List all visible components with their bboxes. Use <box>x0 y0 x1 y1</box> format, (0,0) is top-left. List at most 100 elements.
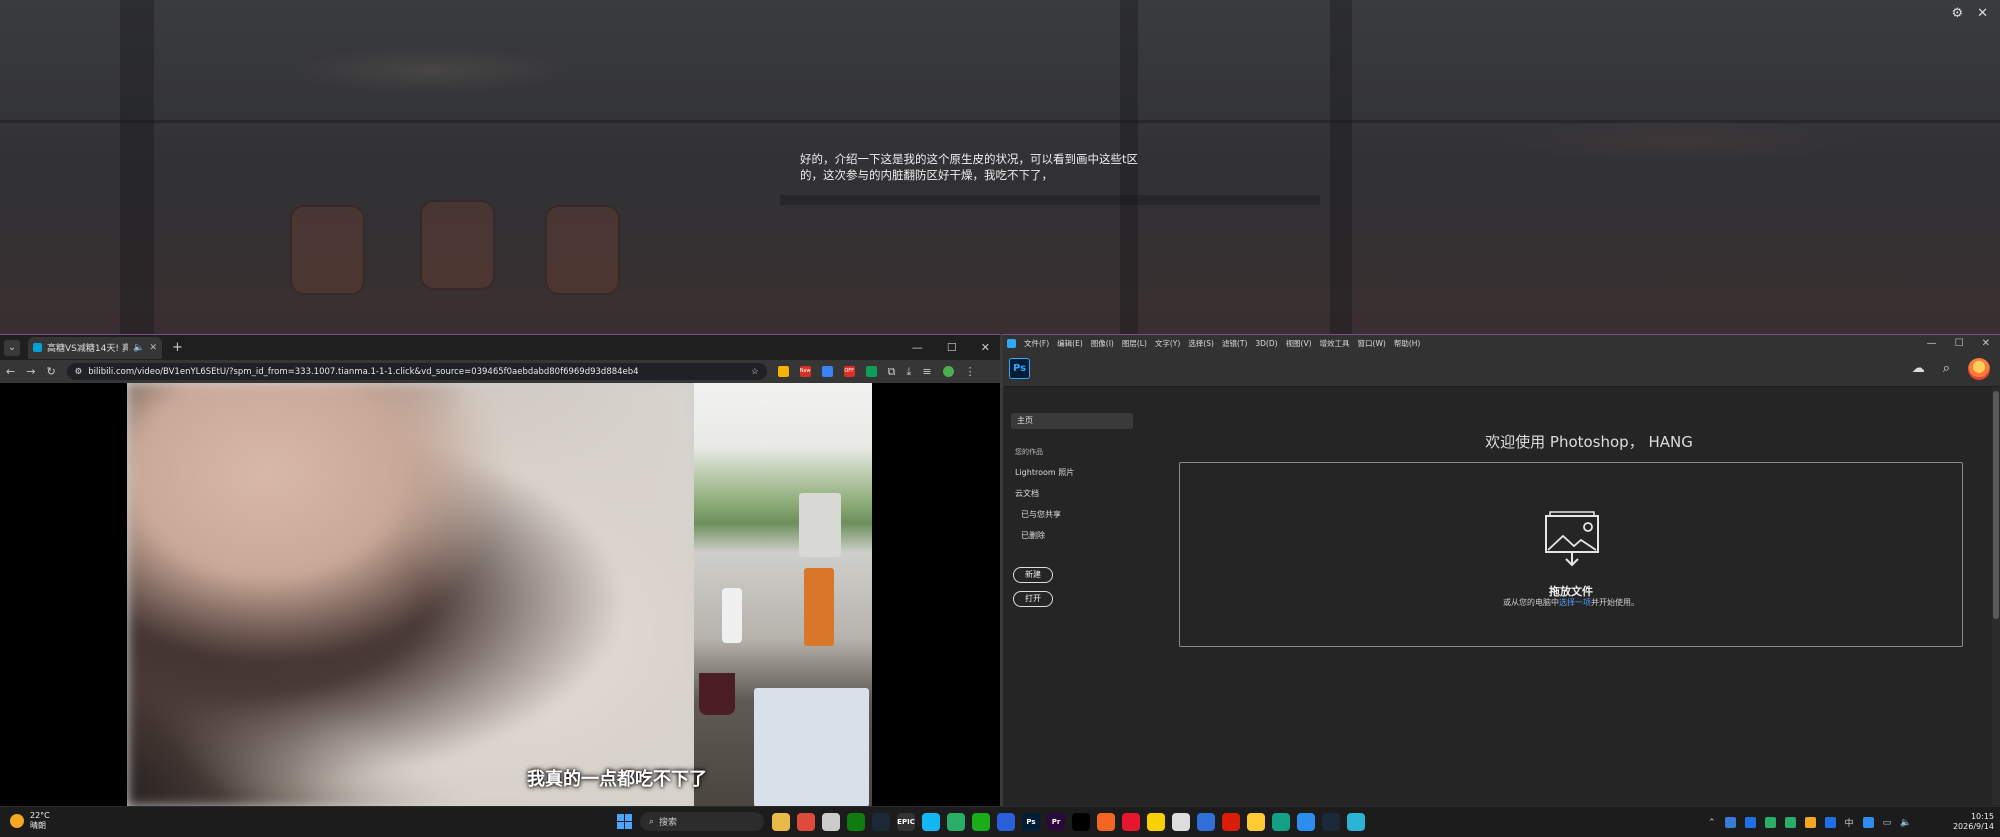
new-button[interactable]: 新建 <box>1013 567 1053 583</box>
menu-kebab-icon[interactable]: ⋮ <box>965 365 976 378</box>
menu-view[interactable]: 视图(V) <box>1286 338 1312 349</box>
cloud-icon[interactable]: ☁ <box>1912 361 1925 376</box>
epic-icon[interactable]: EPIC <box>897 812 915 831</box>
menu-image[interactable]: 图像(I) <box>1091 338 1114 349</box>
drop-zone[interactable]: 拖放文件 或从您的电脑中选择一项并开始使用。 <box>1179 462 1963 647</box>
close-button[interactable]: ✕ <box>981 341 990 354</box>
profile-icon[interactable] <box>942 366 954 377</box>
tray-app-icon[interactable] <box>1764 817 1776 828</box>
shield-icon[interactable] <box>1744 817 1756 828</box>
app-blue2-icon[interactable] <box>1197 812 1215 831</box>
app-qq-icon[interactable] <box>922 812 940 831</box>
extension-off-icon[interactable]: OFF <box>843 366 855 377</box>
weather-widget[interactable]: 22°C 晴朗 <box>10 811 50 831</box>
select-file-link[interactable]: 选择一项 <box>1559 598 1591 607</box>
maximize-button[interactable]: ☐ <box>947 341 957 354</box>
app-white-icon[interactable] <box>1172 812 1190 831</box>
chevron-up-icon[interactable]: ⌃ <box>1708 818 1716 828</box>
tray-app-icon[interactable] <box>1862 817 1874 828</box>
close-button[interactable]: ✕ <box>1982 338 1990 349</box>
reading-icon[interactable]: ≡ <box>922 365 931 378</box>
tray-app-icon[interactable] <box>1724 817 1736 828</box>
extensions-puzzle-icon[interactable]: ⧉ <box>888 365 896 379</box>
network-icon[interactable]: ▭ <box>1883 818 1892 828</box>
menu-filter[interactable]: 滤镜(T) <box>1222 338 1247 349</box>
open-button[interactable]: 打开 <box>1013 591 1053 607</box>
site-info-icon[interactable]: ⚙ <box>75 367 83 377</box>
input-language[interactable]: 中 <box>1845 816 1854 829</box>
photoshop-icon[interactable]: Ps <box>1022 812 1040 831</box>
reload-icon[interactable]: ↻ <box>46 365 55 378</box>
video-frame[interactable]: 我真的一点都吃不下了 <box>127 383 872 807</box>
bilibili-icon <box>33 343 42 352</box>
back-icon[interactable]: ← <box>6 365 15 378</box>
app-blue-icon[interactable] <box>997 812 1015 831</box>
address-bar[interactable]: ⚙ bilibili.com/video/BV1enYL6SEtU/?spm_i… <box>66 363 767 380</box>
extension-icon[interactable] <box>865 366 877 377</box>
app-red-icon[interactable] <box>1222 812 1240 831</box>
xbox-icon[interactable] <box>847 812 865 831</box>
forward-icon[interactable]: → <box>26 365 35 378</box>
file-explorer-icon[interactable] <box>772 812 790 831</box>
app-teal-icon[interactable] <box>1272 812 1290 831</box>
app-yellow2-icon[interactable] <box>1247 812 1265 831</box>
menu-plugins[interactable]: 增效工具 <box>1320 338 1350 349</box>
menu-edit[interactable]: 编辑(E) <box>1057 338 1083 349</box>
menu-3d[interactable]: 3D(D) <box>1255 339 1277 348</box>
windows-start-icon[interactable] <box>617 814 632 829</box>
menu-help[interactable]: 帮助(H) <box>1394 338 1421 349</box>
extension-icon[interactable] <box>777 366 789 377</box>
premiere-icon[interactable]: Pr <box>1047 812 1065 831</box>
weibo-icon[interactable] <box>1122 812 1140 831</box>
ps-logo[interactable]: Ps <box>1009 358 1030 379</box>
sidebar-item-deleted[interactable]: 已删除 <box>1021 530 1045 541</box>
volume-icon[interactable]: 🔈 <box>1900 818 1911 828</box>
ps-scrollbar[interactable] <box>1992 387 2000 805</box>
sidebar-item-home[interactable]: 主页 <box>1011 413 1133 429</box>
app-cyan-icon[interactable] <box>1347 812 1365 831</box>
steam2-icon[interactable] <box>1322 812 1340 831</box>
sidebar-item-lightroom[interactable]: Lightroom 照片 <box>1015 467 1074 478</box>
app-orange-icon[interactable] <box>1097 812 1115 831</box>
menu-type[interactable]: 文字(Y) <box>1155 338 1180 349</box>
taskbar-search[interactable]: ⌕ 搜索 <box>640 812 764 831</box>
tab-close-icon[interactable]: ✕ <box>149 343 157 353</box>
app-blue3-icon[interactable] <box>1297 812 1315 831</box>
clock[interactable]: 10:15 2026/9/14 <box>1953 812 1994 832</box>
wallpaper-wire <box>0 120 2000 123</box>
menu-file[interactable]: 文件(F) <box>1024 338 1049 349</box>
wechat-icon[interactable] <box>947 812 965 831</box>
download-icon[interactable]: ⤓ <box>907 365 912 379</box>
bluetooth-icon[interactable] <box>1824 817 1836 828</box>
video-player[interactable]: 我真的一点都吃不下了 <box>0 383 1000 807</box>
tab-search-icon[interactable]: ⌄ <box>4 339 20 356</box>
minimize-button[interactable]: — <box>1927 338 1937 349</box>
steam-icon[interactable] <box>872 812 890 831</box>
menu-select[interactable]: 选择(S) <box>1188 338 1214 349</box>
gear-icon[interactable]: ⚙ <box>1951 6 1963 21</box>
wechat-tray-icon[interactable] <box>1784 817 1796 828</box>
tray-app-icon[interactable] <box>1804 817 1816 828</box>
speaker-icon[interactable]: 🔈 <box>133 343 144 353</box>
new-tab-button[interactable]: + <box>172 340 183 355</box>
scrollbar-thumb[interactable] <box>1993 391 1999 619</box>
sidebar-item-shared[interactable]: 已与您共享 <box>1021 509 1061 520</box>
avatar[interactable] <box>1968 357 1990 380</box>
maximize-button[interactable]: ☐ <box>1955 338 1964 349</box>
close-icon[interactable]: ✕ <box>1977 6 1988 21</box>
chrome-icon[interactable] <box>797 812 815 831</box>
extension-icon[interactable] <box>821 366 833 377</box>
menu-window[interactable]: 窗口(W) <box>1358 338 1386 349</box>
menu-layer[interactable]: 图层(L) <box>1122 338 1147 349</box>
search-icon[interactable]: ⌕ <box>1943 361 1950 376</box>
bookmark-star-icon[interactable]: ☆ <box>751 367 759 377</box>
extension-new-icon[interactable]: New <box>799 366 811 377</box>
tab-bilibili-video[interactable]: 高糖VS减糖14天! 真的差 🔈 ✕ <box>28 336 162 359</box>
capcut-icon[interactable] <box>1072 812 1090 831</box>
app-yellow-icon[interactable] <box>1147 812 1165 831</box>
app-green-icon[interactable] <box>972 812 990 831</box>
minimize-button[interactable]: — <box>912 341 923 354</box>
sidebar-item-cloud-docs[interactable]: 云文档 <box>1015 488 1039 499</box>
app-circle-icon[interactable] <box>822 812 840 831</box>
taskbar-apps: ⌕ 搜索 EPIC Ps Pr <box>617 812 1365 831</box>
